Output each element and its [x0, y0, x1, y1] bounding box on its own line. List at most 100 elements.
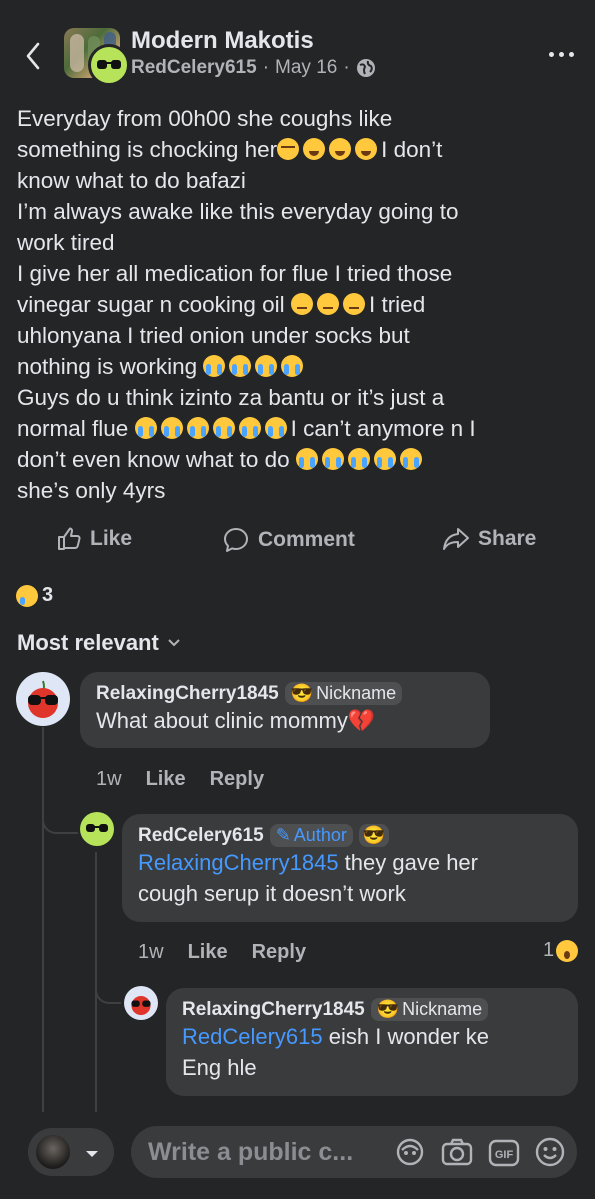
wow-reaction-icon	[556, 939, 579, 962]
comment-time: 1w	[96, 768, 122, 790]
separator: ·	[262, 57, 270, 78]
nickname-badge: 😎 Nickname	[284, 682, 403, 705]
commenter-name[interactable]: RelaxingCherry1845	[96, 683, 279, 705]
avatar-sticker-icon[interactable]	[394, 1136, 426, 1173]
post-line: I tried	[368, 292, 426, 317]
author-avatar[interactable]	[88, 44, 130, 86]
cherry-sunglasses-icon	[131, 996, 151, 1016]
post-meta: RedCelery615 · May 16 ·	[131, 57, 376, 79]
post-line: something is chocking her	[17, 137, 278, 162]
comment-text: cough serup it doesn’t work	[138, 881, 406, 906]
sunglasses-icon	[86, 824, 108, 832]
post-line: I’m always awake like this everyday goin…	[17, 199, 459, 224]
crying-emoji-icon	[238, 417, 261, 439]
pensive-emoji-icon	[290, 293, 313, 315]
comment-reaction-count: 1	[543, 939, 555, 961]
commenter-name[interactable]: RelaxingCherry1845	[182, 999, 365, 1021]
weary-emoji-icon	[303, 138, 326, 160]
reply-connector	[95, 970, 121, 1004]
post-line: know what to do bafazi	[17, 168, 246, 193]
comment-like-button[interactable]: Like	[146, 768, 186, 791]
comment-reply-button[interactable]: Reply	[210, 768, 264, 791]
gif-icon[interactable]: GIF	[488, 1138, 520, 1173]
commenter-name[interactable]: RedCelery615	[138, 825, 264, 847]
comment-like-button[interactable]: Like	[188, 941, 228, 964]
comment-bubble[interactable]: RelaxingCherry1845 😎 Nickname RedCelery61…	[166, 988, 578, 1096]
nickname-badge: 😎 Nickname	[370, 998, 489, 1021]
comment-text: Eng hle	[182, 1055, 257, 1080]
group-name[interactable]: Modern Makotis	[131, 27, 314, 55]
comment-meta: 1w Like Reply	[96, 768, 264, 791]
mention-link[interactable]: RedCelery615	[182, 1024, 323, 1049]
comment-bubble[interactable]: RedCelery615 ✎ Author 😎 RelaxingCherry184…	[122, 814, 578, 922]
reply-connector	[42, 800, 78, 834]
thread-line	[42, 727, 44, 1112]
back-button[interactable]	[18, 36, 48, 76]
commenter-avatar[interactable]	[16, 672, 70, 726]
sort-label: Most relevant	[17, 630, 159, 655]
post-body: Everyday from 00h00 she coughs like some…	[17, 103, 582, 506]
caret-down-icon	[84, 1146, 100, 1164]
sad-reaction-icon	[16, 584, 38, 607]
pensive-emoji-icon	[342, 293, 365, 315]
sunglasses-badge-icon: 😎	[362, 825, 386, 845]
cherry-sunglasses-icon	[28, 680, 58, 718]
sunglasses-badge: 😎	[358, 824, 390, 847]
share-button[interactable]: Share	[442, 526, 536, 552]
sunglasses-badge-icon: 😎	[376, 999, 400, 1019]
comment-text: eish I wonder ke	[322, 1024, 489, 1049]
comment-bubble[interactable]: RelaxingCherry1845 😎 Nickname What about …	[80, 672, 490, 748]
post-date[interactable]: May 16	[275, 57, 337, 79]
chevron-down-icon	[168, 639, 180, 647]
reaction-summary[interactable]: 3	[16, 584, 53, 607]
comment-placeholder: Write a public c...	[148, 1138, 354, 1166]
badge-label: Author	[293, 825, 347, 845]
my-avatar	[36, 1135, 70, 1169]
post-line: uhlonyana I tried onion under socks but	[17, 323, 410, 348]
emoji-icon[interactable]	[534, 1136, 566, 1173]
pencil-icon: ✎	[275, 825, 291, 845]
badge-label: Nickname	[402, 999, 483, 1019]
comment-meta: 1w Like Reply	[138, 941, 306, 964]
post-line: she’s only 4yrs	[17, 478, 166, 503]
separator: ·	[343, 57, 350, 78]
camera-icon[interactable]	[440, 1136, 474, 1173]
crying-emoji-icon	[399, 448, 422, 470]
crying-emoji-icon	[373, 448, 396, 470]
commenter-avatar[interactable]	[80, 812, 114, 846]
reaction-count: 3	[42, 584, 54, 606]
crying-emoji-icon	[160, 417, 183, 439]
post-action-bar: Like Comment Share	[0, 526, 595, 560]
post-line: I can’t anymore n I	[290, 416, 476, 441]
post-line: Everyday from 00h00 she coughs like	[17, 106, 393, 131]
comment-text: What about clinic mommy	[96, 708, 348, 733]
like-label: Like	[90, 527, 133, 550]
comment-bubble-icon	[224, 528, 248, 552]
post-line: nothing is working	[17, 354, 198, 379]
commenter-avatar[interactable]	[124, 986, 158, 1020]
post-line: normal flue	[17, 416, 129, 441]
comment-time: 1w	[138, 941, 164, 963]
like-button[interactable]: Like	[56, 526, 132, 552]
post-line: I give her all medication for flue I tri…	[17, 261, 453, 286]
comment-reply-button[interactable]: Reply	[252, 941, 306, 964]
more-options-button[interactable]	[546, 44, 582, 68]
crying-emoji-icon	[212, 417, 235, 439]
comment-sort-dropdown[interactable]: Most relevant	[17, 630, 181, 656]
crying-emoji-icon	[186, 417, 209, 439]
crying-emoji-icon	[281, 355, 304, 377]
post-line: don’t even know what to do	[17, 447, 290, 472]
comment-button[interactable]: Comment	[222, 526, 355, 554]
share-arrow-icon	[443, 528, 469, 550]
comment-text: they gave her	[338, 850, 478, 875]
author-badge: ✎ Author	[269, 824, 353, 847]
comment-reaction-summary[interactable]: 1	[543, 939, 579, 962]
crying-emoji-icon	[134, 417, 157, 439]
crying-emoji-icon	[347, 448, 370, 470]
svg-text:GIF: GIF	[495, 1149, 514, 1161]
post-author[interactable]: RedCelery615	[131, 57, 257, 79]
post-line: Guys do u think izinto za bantu or it’s …	[17, 385, 445, 410]
mention-link[interactable]: RelaxingCherry1845	[138, 850, 339, 875]
crying-emoji-icon	[229, 355, 252, 377]
chevron-left-icon	[26, 42, 40, 70]
